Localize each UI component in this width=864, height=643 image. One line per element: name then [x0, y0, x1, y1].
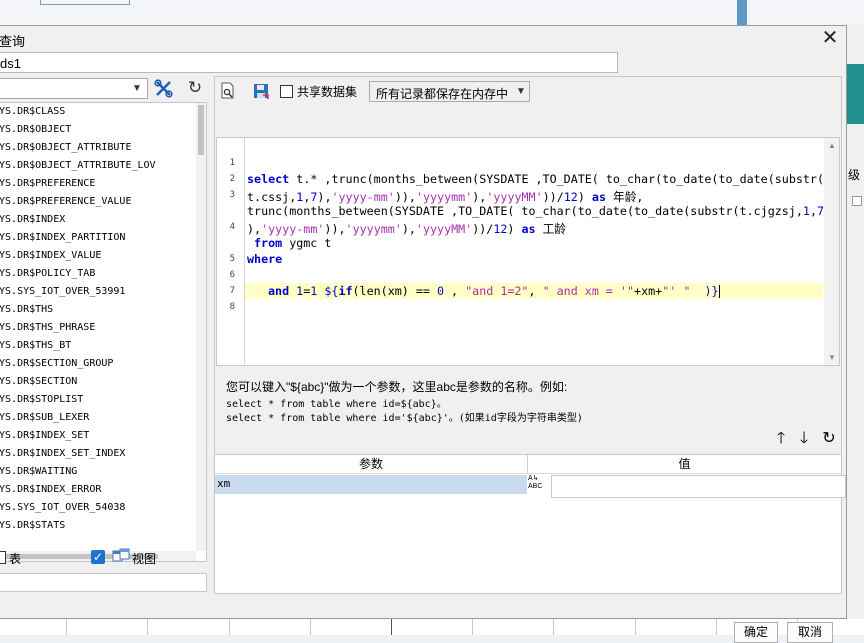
tree-item[interactable]: SYS.DR$SUB_LEXER — [0, 409, 196, 427]
tools-icon — [154, 79, 173, 98]
background-checkbox — [852, 196, 862, 206]
preview-icon — [221, 82, 234, 99]
help-text: 您可以键入"${abc}"做为一个参数，这里abc是参数的名称。例如: — [226, 380, 568, 394]
dataset-name-input[interactable] — [0, 52, 618, 73]
parameter-name: xm — [217, 477, 231, 490]
ok-button[interactable]: 确定 — [734, 622, 778, 643]
tree-item[interactable]: SYS.SYS_IOT_OVER_53991 — [0, 283, 196, 301]
refresh-icon: ↻ — [822, 430, 836, 447]
text-type-icon[interactable]: A↳ ABC — [528, 475, 550, 495]
tree-item[interactable]: SYS.DR$THS_PHRASE — [0, 319, 196, 337]
refresh-icon: ↻ — [187, 78, 203, 97]
chevron-down-icon[interactable]: ▼ — [513, 82, 529, 101]
code-line-5: from ygmc t — [254, 236, 332, 250]
tree-item[interactable]: SYS.DR$SECTION_GROUP — [0, 355, 196, 373]
tree-item[interactable]: SYS.DR$THS — [0, 301, 196, 319]
code-line-8: and 1=1 ${if(len(xm) == 0 , "and 1=2", "… — [268, 284, 720, 298]
tree-item[interactable]: SYS.DR$INDEX — [0, 211, 196, 229]
view-icon — [112, 548, 130, 564]
table-tree[interactable]: SYS.DR$CLASS SYS.DR$OBJECT SYS.DR$OBJECT_A… — [0, 102, 207, 562]
sql-editor[interactable]: 1 2 3 4 5 6 7 8 select t.* ,trunc(months… — [216, 137, 840, 366]
column-header-parameter: 参数 — [358, 457, 383, 471]
tree-item[interactable]: SYS.DR$INDEX_PARTITION — [0, 229, 196, 247]
table-row[interactable] — [215, 475, 527, 494]
background-selected-cell — [40, 0, 130, 5]
line-number: 6 — [229, 270, 235, 280]
text-caret — [718, 285, 720, 298]
tree-vertical-scrollbar[interactable] — [196, 103, 206, 551]
parameter-table: 参数 值 xm A↳ ABC — [214, 454, 846, 594]
tree-item[interactable]: SYS.DR$STATS — [0, 517, 196, 535]
move-up-button[interactable]: 🡑 — [774, 431, 788, 447]
close-icon: ✕ — [821, 27, 839, 49]
save-button[interactable] — [252, 82, 270, 100]
refresh-button[interactable]: ↻ — [184, 78, 206, 99]
tree-item[interactable]: SYS.DR$OBJECT — [0, 121, 196, 139]
chevron-down-icon[interactable]: ▼ — [127, 79, 147, 98]
tree-item[interactable]: SYS.DR$INDEX_SET_INDEX — [0, 445, 196, 463]
code-line-3: select t.* ,trunc(months_between(SYSDATE… — [247, 172, 825, 186]
editor-vertical-scrollbar[interactable]: ▲ ▼ — [824, 138, 839, 365]
table-filter-input[interactable] — [0, 573, 207, 592]
shared-dataset-label: 共享数据集 — [297, 85, 358, 99]
line-number: 4 — [229, 222, 235, 232]
table-list: SYS.DR$CLASS SYS.DR$OBJECT SYS.DR$OBJECT_A… — [0, 103, 196, 535]
tree-item[interactable]: SYS.DR$INDEX_VALUE — [0, 247, 196, 265]
tree-item[interactable]: SYS.DR$CLASS — [0, 103, 196, 121]
line-number-gutter: 1 2 3 4 5 6 7 8 — [217, 138, 245, 365]
parameter-value-input[interactable] — [551, 475, 846, 498]
view-checkbox[interactable]: ✓ — [91, 550, 105, 564]
tree-item[interactable]: SYS.SYS_IOT_OVER_54038 — [0, 499, 196, 517]
scroll-down-icon[interactable]: ▼ — [824, 351, 839, 365]
line-number: 7 — [229, 286, 235, 296]
view-checkbox-label: 视图 — [132, 552, 157, 566]
connection-settings-button[interactable] — [153, 78, 175, 99]
line-number: 2 — [229, 174, 235, 184]
tree-item[interactable]: SYS.DR$STOPLIST — [0, 391, 196, 409]
scroll-up-icon[interactable]: ▲ — [824, 139, 839, 153]
cancel-button[interactable]: 取消 — [787, 622, 833, 643]
code-line-6: where — [247, 252, 283, 266]
code-line-3-wrap: t.cssj,1,7),'yyyy-mm')),'yyyymm'),'yyyyM… — [247, 190, 644, 204]
line-number: 3 — [229, 190, 235, 200]
tree-item[interactable]: SYS.DR$PREFERENCE — [0, 175, 196, 193]
column-header-value: 值 — [678, 457, 691, 471]
query-dialog: 查询 ✕ ▼ ↻ SYS.DR$CLASSSYS.DR$OBJECTSYS.DR… — [0, 25, 847, 643]
arrow-up-icon: 🡑 — [776, 430, 786, 447]
line-number: 8 — [229, 302, 235, 312]
code-line-4: trunc(months_between(SYSDATE ,TO_DATE( t… — [247, 204, 825, 218]
table-checkbox[interactable] — [0, 551, 6, 564]
tree-item[interactable]: SYS.DR$OBJECT_ATTRIBUTE — [0, 139, 196, 157]
arrow-down-icon: 🡓 — [799, 430, 809, 447]
tree-item[interactable]: SYS.DR$INDEX_SET — [0, 427, 196, 445]
tree-item[interactable]: SYS.DR$SECTION — [0, 373, 196, 391]
parameter-table-header: 参数 值 — [215, 455, 841, 474]
line-number: 1 — [229, 158, 235, 168]
background-right-label: 级 — [848, 168, 861, 182]
storage-mode-select[interactable]: 所有记录都保存在内存中 — [369, 81, 530, 102]
floppy-disk-icon — [254, 84, 269, 99]
scrollbar-thumb[interactable] — [198, 105, 204, 155]
schema-select[interactable] — [0, 78, 148, 99]
dialog-title: 查询 — [0, 34, 26, 49]
tree-item[interactable]: SYS.DR$THS_BT — [0, 337, 196, 355]
close-button[interactable]: ✕ — [818, 28, 842, 50]
tree-item[interactable]: SYS.DR$PREFERENCE_VALUE — [0, 193, 196, 211]
tree-item[interactable]: SYS.DR$WAITING — [0, 463, 196, 481]
shared-dataset-checkbox[interactable] — [280, 85, 293, 98]
help-example-2: select * from table where id='${abc}'。(如… — [226, 413, 583, 424]
tree-item[interactable]: SYS.DR$POLICY_TAB — [0, 265, 196, 283]
tree-item[interactable]: SYS.DR$OBJECT_ATTRIBUTE_LOV — [0, 157, 196, 175]
code-line-4-wrap: ),'yyyy-mm')),'yyyymm'),'yyyyMM'))/12) a… — [247, 222, 566, 236]
line-number: 5 — [229, 254, 235, 264]
background-column-strip — [737, 0, 747, 25]
help-example-1: select * from table where id=${abc}。 — [226, 399, 447, 410]
refresh-parameters-button[interactable]: ↻ — [821, 430, 837, 448]
table-checkbox-label: 表 — [9, 552, 22, 566]
tree-item[interactable]: SYS.DR$INDEX_ERROR — [0, 481, 196, 499]
move-down-button[interactable]: 🡓 — [797, 431, 811, 447]
preview-button[interactable] — [220, 82, 236, 100]
background-teal-block — [846, 64, 864, 124]
